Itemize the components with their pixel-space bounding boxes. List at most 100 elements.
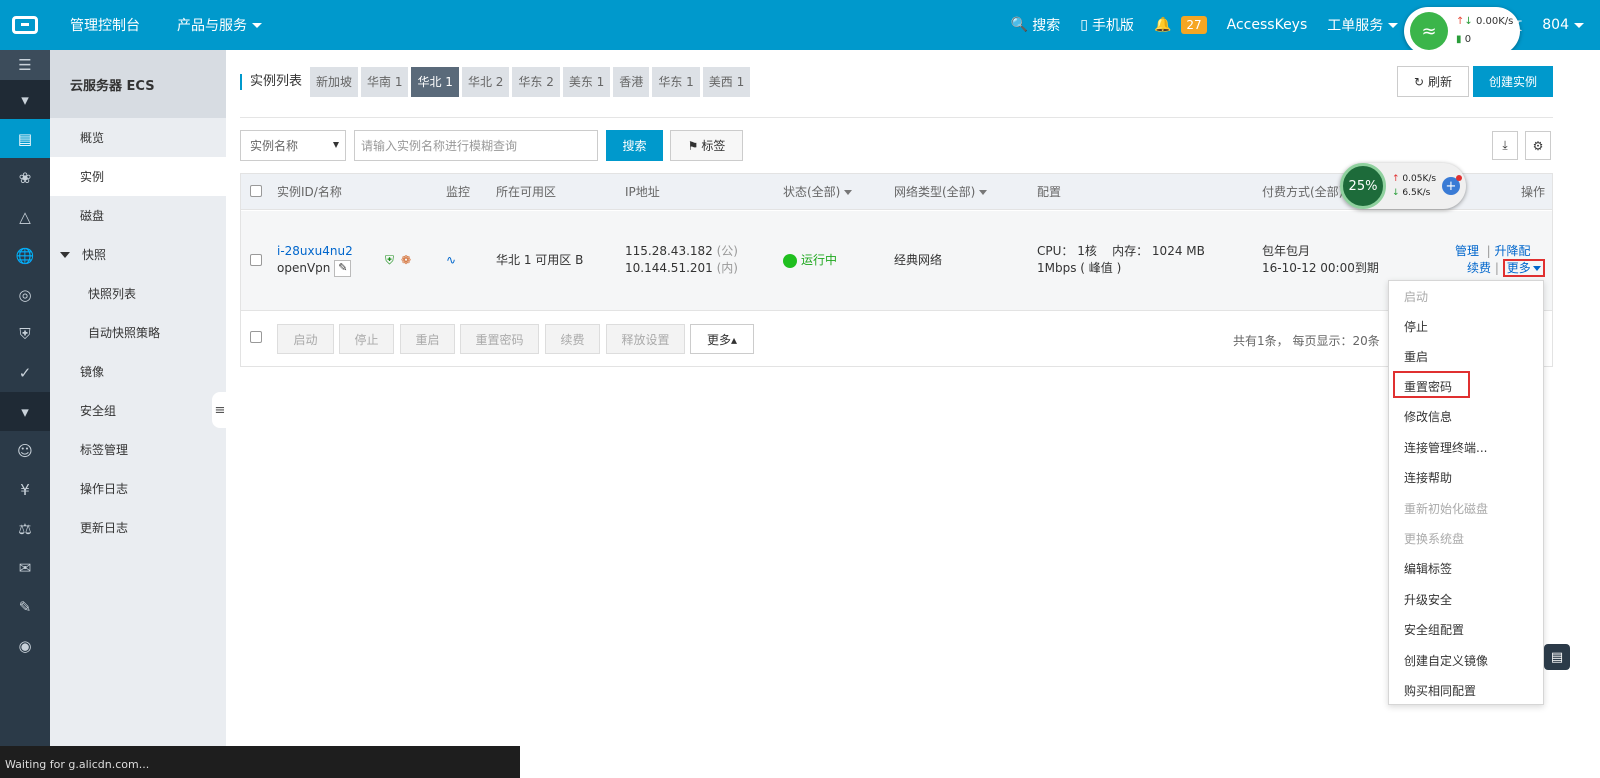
net-download-rate: 0 xyxy=(1464,34,1472,45)
region-tab[interactable]: 华北 2 xyxy=(461,67,510,97)
sidebar-item-changelog[interactable]: 更新日志 xyxy=(50,508,226,547)
monitor-chart-icon[interactable]: ∿ xyxy=(446,252,456,269)
ecs-server-icon[interactable]: ▤ xyxy=(0,119,50,158)
collapse-arrow-icon[interactable]: ▾ xyxy=(0,392,50,431)
sidebar-item-images[interactable]: 镜像 xyxy=(50,352,226,391)
collapse-arrow-icon[interactable]: ▾ xyxy=(0,80,50,119)
region-tab[interactable]: 华东 2 xyxy=(512,67,560,97)
chevron-down-icon xyxy=(979,190,988,195)
region-tab[interactable]: 香港 xyxy=(613,67,650,97)
search-link[interactable]: 🔍 搜索 xyxy=(1001,0,1070,50)
plus-icon[interactable]: + xyxy=(1442,175,1462,195)
menu-item-connect-help[interactable]: 连接帮助 xyxy=(1404,469,1452,486)
chat-icon[interactable]: ▤ xyxy=(1544,644,1570,670)
products-menu[interactable]: 产品与服务 xyxy=(160,0,279,50)
yen-icon[interactable]: ¥ xyxy=(0,470,50,509)
memory-icon[interactable]: ❀ xyxy=(0,158,50,197)
menu-item-security-group-config[interactable]: 安全组配置 xyxy=(1404,621,1464,638)
batch-release-settings-button[interactable]: 释放设置 xyxy=(606,324,685,354)
search-field-select[interactable]: 实例名称 xyxy=(240,130,346,161)
expand-triangle-icon xyxy=(60,251,70,258)
search-input[interactable] xyxy=(354,130,598,161)
region-tab[interactable]: 华东 1 xyxy=(652,67,700,97)
region-tab[interactable]: 新加坡 xyxy=(310,67,359,97)
user-icon[interactable]: ☺ xyxy=(0,431,50,470)
row-checkbox[interactable] xyxy=(250,254,262,266)
region-tab[interactable]: 美东 1 xyxy=(562,67,611,97)
header-ip: IP地址 xyxy=(625,185,660,199)
header-billing-filter[interactable]: 付费方式(全部) xyxy=(1262,174,1343,210)
batch-reset-password-button[interactable]: 重置密码 xyxy=(460,324,539,354)
more-actions-button[interactable]: 更多 xyxy=(1502,259,1545,277)
header-network-filter[interactable]: 网络类型(全部) xyxy=(894,174,988,210)
network-speed-widget[interactable]: ≈ ↑↓ 0.00K/s ▮ 0 xyxy=(1404,7,1520,55)
config-cpu-memory: CPU： 1核 内存： 1024 MB xyxy=(1037,244,1205,258)
search-button[interactable]: 搜索 xyxy=(606,130,663,161)
reset-password-highlight xyxy=(1393,371,1470,398)
sidebar-item-operation-log[interactable]: 操作日志 xyxy=(50,469,226,508)
menu-item-buy-same-config[interactable]: 购买相同配置 xyxy=(1404,682,1476,699)
header-status-filter[interactable]: 状态(全部) xyxy=(783,174,853,210)
tag-filter-button[interactable]: ⚑ 标签 xyxy=(670,130,743,161)
menu-item-reinit-disk[interactable]: 重新初始化磁盘 xyxy=(1404,500,1488,517)
aliyun-logo-icon[interactable] xyxy=(0,0,50,50)
sidebar-item-disks[interactable]: 磁盘 xyxy=(50,196,226,235)
menu-item-modify-info[interactable]: 修改信息 xyxy=(1404,408,1452,425)
menu-item-stop[interactable]: 停止 xyxy=(1404,318,1428,335)
download-arrow-icon: ↓ xyxy=(1392,188,1400,198)
region-tab[interactable]: 美西 1 xyxy=(702,67,751,97)
export-icon[interactable]: ⤓ xyxy=(1492,131,1518,160)
sidebar-item-snapshots[interactable]: 快照 xyxy=(50,235,226,274)
access-keys-link[interactable]: AccessKeys xyxy=(1217,0,1318,50)
footer-select-all-checkbox[interactable] xyxy=(250,331,262,343)
tickets-menu[interactable]: 工单服务 xyxy=(1317,0,1408,50)
mobile-link[interactable]: ▯ 手机版 xyxy=(1070,0,1144,50)
sidebar-item-instances[interactable]: 实例 xyxy=(50,157,226,196)
network-nodes-icon[interactable]: △ xyxy=(0,197,50,236)
badge-icon[interactable]: ◉ xyxy=(0,626,50,665)
menu-item-edit-tags[interactable]: 编辑标签 xyxy=(1404,560,1452,577)
pencil-icon[interactable]: ✎ xyxy=(0,587,50,626)
sidebar-item-auto-snapshot-policy[interactable]: 自动快照策略 xyxy=(50,313,226,352)
sidebar-item-overview[interactable]: 概览 xyxy=(50,118,226,157)
edit-name-pencil-icon[interactable]: ✎ xyxy=(334,260,352,277)
menu-item-restart[interactable]: 重启 xyxy=(1404,348,1428,365)
batch-renew-button[interactable]: 续费 xyxy=(545,324,600,354)
zone-value: 华北 1 可用区 B xyxy=(496,253,584,267)
batch-stop-button[interactable]: 停止 xyxy=(339,324,394,354)
ip-public: 115.28.43.182 xyxy=(625,244,713,258)
upgrade-link[interactable]: 升降配 xyxy=(1495,244,1531,258)
hamburger-menu-icon[interactable]: ☰ xyxy=(0,50,50,80)
refresh-button[interactable]: ↻ 刷新 xyxy=(1397,66,1469,97)
sidebar-item-security-groups[interactable]: 安全组 xyxy=(50,391,226,430)
globe-icon[interactable]: 🌐 xyxy=(0,236,50,275)
instance-id-link[interactable]: i-28uxu4nu2 xyxy=(277,243,353,260)
instance-name: openVpn xyxy=(277,261,331,275)
select-all-checkbox[interactable] xyxy=(250,185,262,197)
manage-link[interactable]: 管理 xyxy=(1455,244,1479,258)
menu-item-upgrade-security[interactable]: 升级安全 xyxy=(1404,591,1452,608)
mail-icon[interactable]: ✉ xyxy=(0,548,50,587)
create-instance-button[interactable]: 创建实例 xyxy=(1473,66,1553,97)
gear-icon[interactable]: ⚙ xyxy=(1525,131,1551,160)
speed-monitor-widget[interactable]: 25% ↑ 0.05K/s ↓ 6.5K/s + xyxy=(1340,163,1466,209)
shield-check-icon[interactable]: ✓ xyxy=(0,353,50,392)
batch-more-button[interactable]: 更多▴ xyxy=(690,324,754,354)
sidebar-item-snapshot-list[interactable]: 快照列表 xyxy=(50,274,226,313)
region-tab[interactable]: 华南 1 xyxy=(361,67,409,97)
shield-icon[interactable]: ⛨ xyxy=(0,314,50,353)
user-menu[interactable]: 804 xyxy=(1532,0,1600,50)
sidebar-item-tag-management[interactable]: 标签管理 xyxy=(50,430,226,469)
renew-link[interactable]: 续费 xyxy=(1467,261,1491,275)
batch-start-button[interactable]: 启动 xyxy=(277,324,334,354)
flask-icon[interactable]: ⚖ xyxy=(0,509,50,548)
menu-item-replace-system-disk[interactable]: 更换系统盘 xyxy=(1404,530,1464,547)
menu-item-create-custom-image[interactable]: 创建自定义镜像 xyxy=(1404,652,1488,669)
menu-item-start[interactable]: 启动 xyxy=(1404,288,1428,305)
batch-restart-button[interactable]: 重启 xyxy=(400,324,455,354)
menu-item-connect-terminal[interactable]: 连接管理终端... xyxy=(1404,439,1487,456)
region-tab-active[interactable]: 华北 1 xyxy=(411,67,459,97)
console-link[interactable]: 管理控制台 xyxy=(50,0,160,50)
dns-icon[interactable]: ◎ xyxy=(0,275,50,314)
notifications[interactable]: 🔔 27 xyxy=(1144,0,1217,50)
